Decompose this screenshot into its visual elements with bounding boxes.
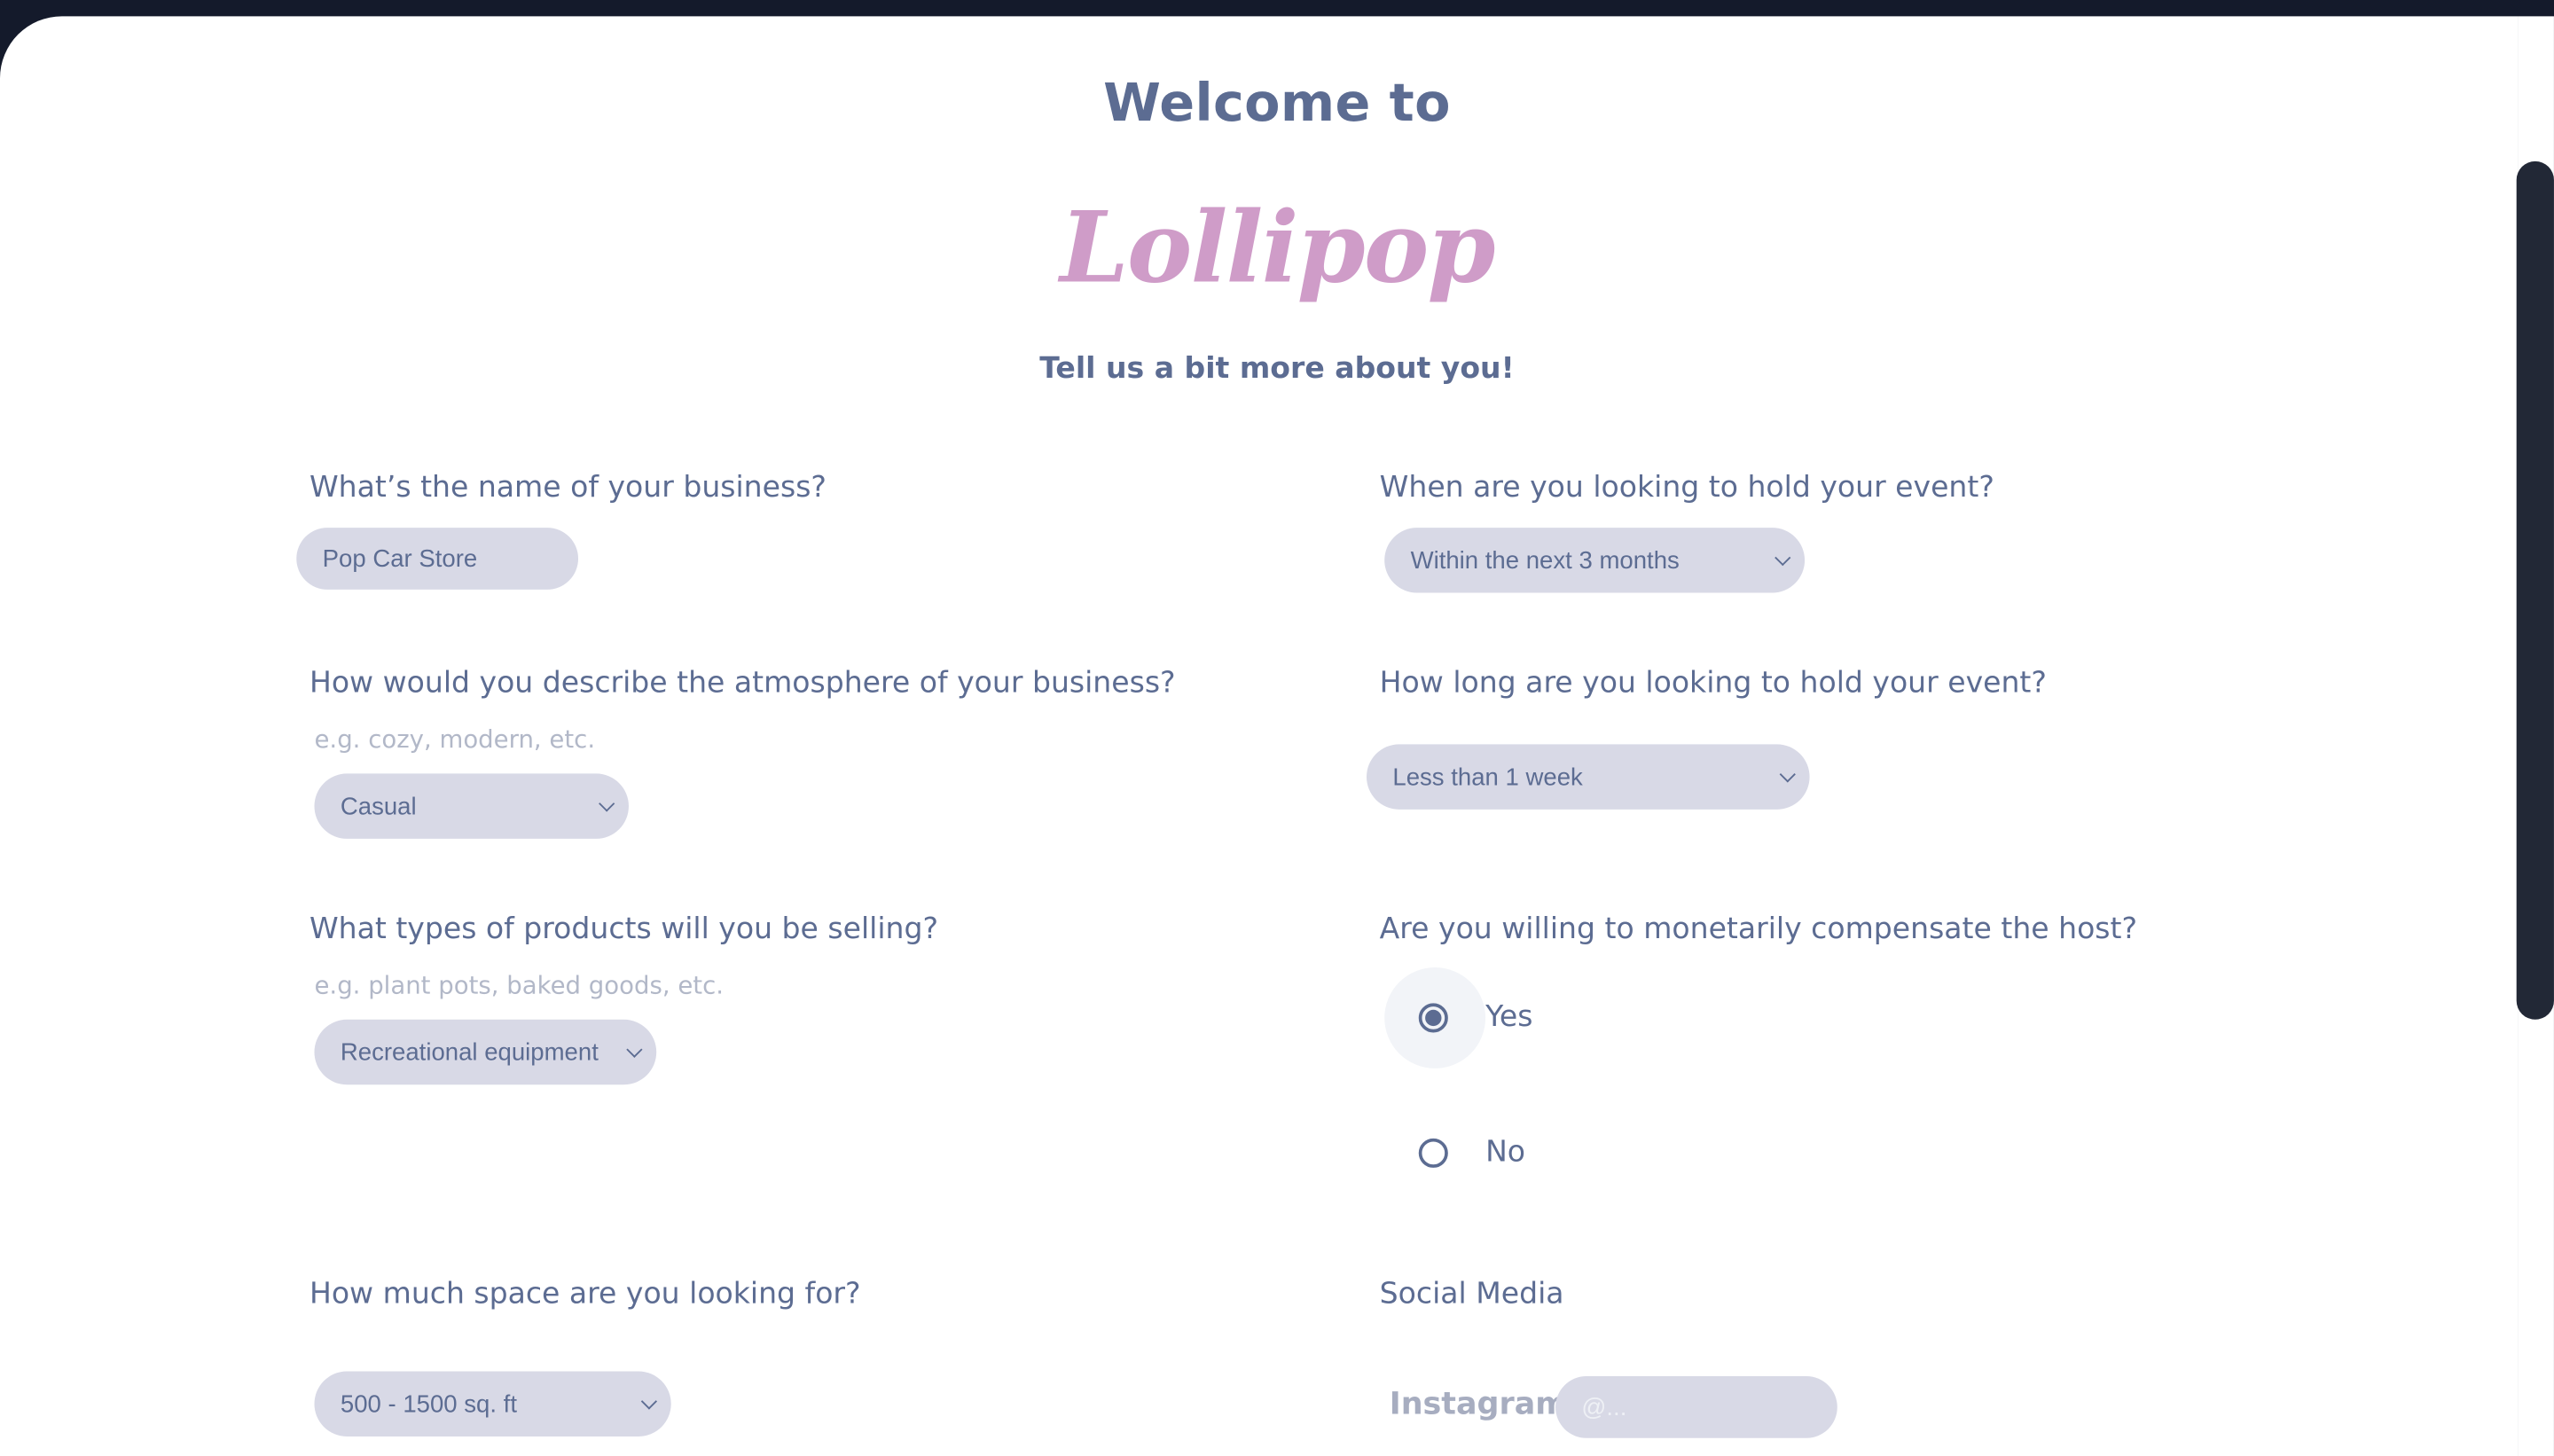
duration-question: How long are you looking to hold your ev… xyxy=(1379,666,2047,701)
chevron-down-icon xyxy=(599,795,615,811)
when-select[interactable]: Within the next 3 months xyxy=(1384,528,1806,593)
business-name-question: What’s the name of your business? xyxy=(309,470,827,505)
chevron-down-icon xyxy=(640,1392,658,1409)
atmosphere-select[interactable]: Casual xyxy=(314,773,629,839)
tagline: Tell us a bit more about you! xyxy=(1039,351,1515,387)
compensate-question: Are you willing to monetarily compensate… xyxy=(1379,912,2138,947)
radio-yes-label[interactable]: Yes xyxy=(1485,1000,1532,1035)
radio-selected-dot xyxy=(1425,1009,1442,1027)
radio-yes[interactable] xyxy=(1418,1003,1448,1033)
space-select[interactable]: 500 - 1500 sq. ft xyxy=(314,1371,671,1436)
when-question: When are you looking to hold your event? xyxy=(1379,470,1994,505)
instagram-input[interactable] xyxy=(1555,1376,1837,1438)
when-selected-value: Within the next 3 months xyxy=(1410,546,1680,575)
chevron-down-icon xyxy=(626,1040,643,1057)
space-question: How much space are you looking for? xyxy=(309,1276,861,1311)
atmosphere-question: How would you describe the atmosphere of… xyxy=(309,666,1176,701)
products-selected-value: Recreational equipment xyxy=(340,1037,599,1067)
duration-selected-value: Less than 1 week xyxy=(1392,763,1583,791)
products-question: What types of products will you be selli… xyxy=(309,912,939,947)
business-name-input[interactable] xyxy=(296,528,579,590)
chevron-down-icon xyxy=(1774,549,1791,566)
atmosphere-selected-value: Casual xyxy=(340,792,417,820)
instagram-label: Instagram xyxy=(1389,1386,1568,1422)
atmosphere-hint: e.g. cozy, modern, etc. xyxy=(314,724,596,755)
products-select[interactable]: Recreational equipment xyxy=(314,1019,657,1085)
products-hint: e.g. plant pots, baked goods, etc. xyxy=(314,970,725,1000)
welcome-heading: Welcome to xyxy=(1103,71,1451,134)
social-media-heading: Social Media xyxy=(1379,1276,1564,1311)
chevron-down-icon xyxy=(1779,765,1796,782)
lollipop-logo: Lollipop xyxy=(1060,192,1495,307)
space-selected-value: 500 - 1500 sq. ft xyxy=(340,1389,517,1418)
duration-select[interactable]: Less than 1 week xyxy=(1366,744,1810,810)
radio-no-label[interactable]: No xyxy=(1485,1135,1525,1170)
app-window: Welcome to Lollipop Tell us a bit more a… xyxy=(0,0,2554,1456)
radio-no[interactable] xyxy=(1418,1138,1448,1168)
